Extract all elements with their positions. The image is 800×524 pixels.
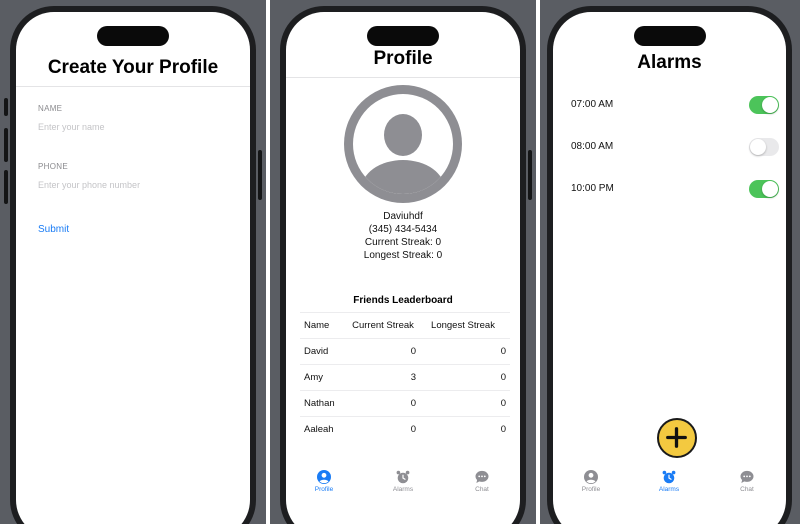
chat-bubble-icon bbox=[740, 470, 754, 483]
longest-streak: Longest Streak: 0 bbox=[363, 250, 443, 261]
tab-label: Chat bbox=[740, 486, 754, 493]
phone-screen: Alarms 07:00 AM 08:00 AM 10:00 PM Profil… bbox=[553, 12, 786, 524]
tab-label: Chat bbox=[475, 486, 489, 493]
table-row: Amy 3 0 bbox=[300, 364, 510, 391]
tab-label: Alarms bbox=[658, 486, 680, 493]
alarm-clock-icon bbox=[662, 470, 676, 484]
alarm-time: 07:00 AM bbox=[571, 99, 614, 110]
table-header-row: Name Current Streak Longest Streak bbox=[300, 312, 510, 339]
column-header-name: Name bbox=[300, 312, 350, 339]
table-row: Aaleah 0 0 bbox=[300, 417, 510, 443]
alarm-time: 10:00 PM bbox=[571, 183, 614, 194]
tab-profile[interactable]: Profile bbox=[566, 470, 616, 493]
person-icon bbox=[584, 470, 598, 484]
phone-label: PHONE bbox=[38, 162, 68, 171]
header-divider bbox=[16, 86, 250, 87]
tab-label: Alarms bbox=[392, 486, 414, 493]
alarm-toggle[interactable] bbox=[749, 96, 779, 114]
submit-button[interactable]: Submit bbox=[38, 224, 69, 235]
page-title: Profile bbox=[373, 48, 433, 69]
chat-bubble-icon bbox=[475, 470, 489, 483]
tab-alarms[interactable]: Alarms bbox=[644, 470, 694, 493]
cell-name: Aaleah bbox=[304, 424, 334, 436]
table-row: Nathan 0 0 bbox=[300, 390, 510, 417]
cell-longest-streak: 0 bbox=[500, 424, 506, 436]
header-divider bbox=[286, 77, 520, 78]
tab-chat[interactable]: Chat bbox=[722, 470, 772, 493]
cell-current-streak: 3 bbox=[350, 364, 420, 391]
leaderboard-table: Name Current Streak Longest Streak David… bbox=[300, 312, 510, 443]
volume-up-button bbox=[4, 128, 8, 162]
cell-current-streak: 0 bbox=[410, 424, 416, 436]
phone-field[interactable] bbox=[38, 178, 228, 192]
person-icon bbox=[317, 470, 331, 484]
table-row: David 0 0 bbox=[300, 338, 510, 365]
alarm-time: 08:00 AM bbox=[571, 141, 614, 152]
name-field[interactable] bbox=[38, 120, 228, 134]
dynamic-island bbox=[367, 26, 439, 46]
alarm-toggle[interactable] bbox=[749, 180, 779, 198]
phone-screen: Profile Daviuhdf (345) 434-5434 Current … bbox=[286, 12, 520, 524]
phone-number: (345) 434-5434 bbox=[368, 224, 438, 235]
column-header-current-streak: Current Streak bbox=[350, 312, 420, 339]
tab-bar: Profile Alarms Chat bbox=[286, 470, 520, 502]
cell-current-streak: 0 bbox=[350, 338, 420, 365]
power-button bbox=[258, 150, 262, 200]
phone-frame: Create Your Profile NAME PHONE Submit bbox=[10, 6, 256, 524]
cell-name: Amy bbox=[300, 364, 350, 391]
dynamic-island bbox=[633, 26, 706, 46]
phone-screen: Create Your Profile NAME PHONE Submit bbox=[16, 12, 250, 524]
cell-longest-streak: 0 bbox=[420, 364, 510, 391]
tab-bar: Profile Alarms Chat bbox=[553, 470, 786, 502]
phone-frame: Alarms 07:00 AM 08:00 AM 10:00 PM Profil… bbox=[547, 6, 792, 524]
cell-name: David bbox=[300, 338, 350, 365]
mute-switch bbox=[4, 98, 8, 116]
cell-name: Nathan bbox=[300, 390, 350, 417]
alarm-clock-icon bbox=[396, 470, 410, 484]
alarms-panel: Alarms 07:00 AM 08:00 AM 10:00 PM Profil… bbox=[540, 0, 800, 524]
alarm-toggle[interactable] bbox=[749, 138, 779, 156]
column-header-longest-streak: Longest Streak bbox=[420, 312, 510, 339]
tab-label: Profile bbox=[581, 486, 601, 493]
tab-label: Profile bbox=[314, 486, 334, 493]
username: Daviuhdf bbox=[383, 211, 423, 222]
cell-current-streak: 0 bbox=[350, 390, 420, 417]
leaderboard-title: Friends Leaderboard bbox=[353, 295, 453, 306]
page-title: Alarms bbox=[637, 52, 702, 73]
plus-icon bbox=[666, 427, 687, 448]
page-title: Create Your Profile bbox=[47, 57, 219, 78]
profile-panel: Profile Daviuhdf (345) 434-5434 Current … bbox=[270, 0, 536, 524]
create-profile-panel: Create Your Profile NAME PHONE Submit bbox=[0, 0, 266, 524]
name-label: NAME bbox=[38, 104, 63, 113]
phone-frame: Profile Daviuhdf (345) 434-5434 Current … bbox=[280, 6, 526, 524]
tab-alarms[interactable]: Alarms bbox=[378, 470, 428, 493]
cell-longest-streak: 0 bbox=[420, 338, 510, 365]
cell-longest-streak: 0 bbox=[420, 390, 510, 417]
add-alarm-button[interactable] bbox=[657, 418, 697, 458]
volume-down-button bbox=[4, 170, 8, 204]
person-circle-icon bbox=[344, 85, 462, 203]
current-streak: Current Streak: 0 bbox=[364, 237, 442, 248]
tab-chat[interactable]: Chat bbox=[457, 470, 507, 493]
power-button bbox=[528, 150, 532, 200]
tab-profile[interactable]: Profile bbox=[299, 470, 349, 493]
dynamic-island bbox=[97, 26, 169, 46]
